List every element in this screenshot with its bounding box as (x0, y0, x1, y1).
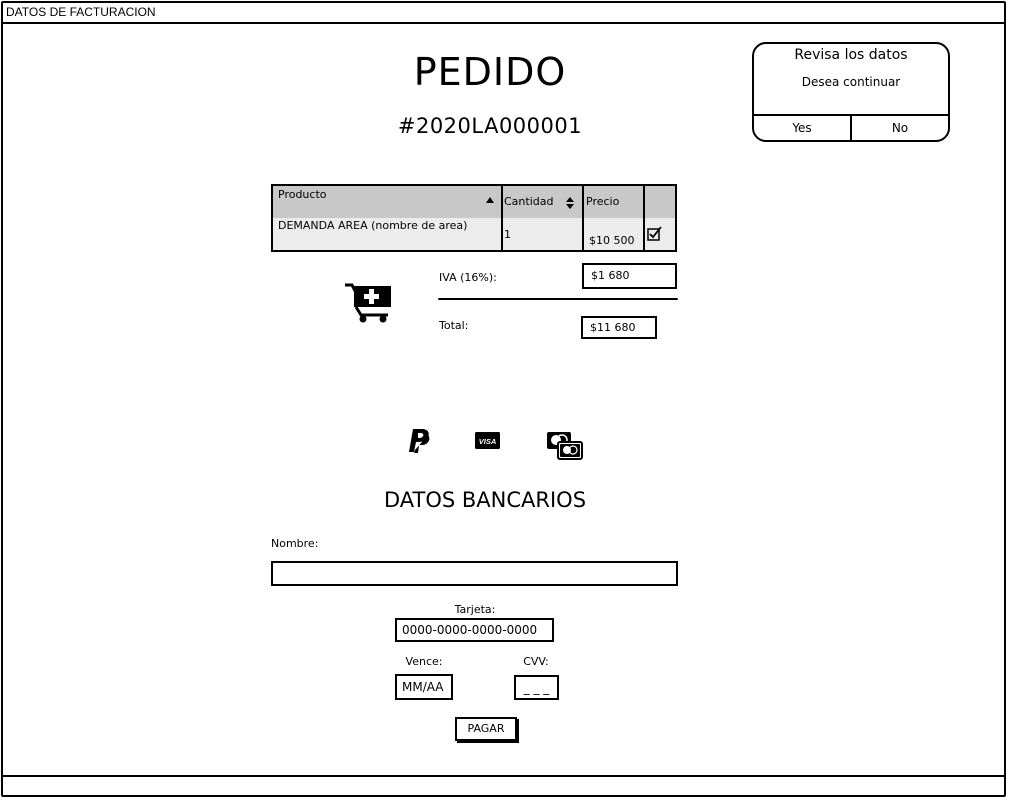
expiry-input[interactable]: MM/AA (395, 674, 453, 700)
iva-label: IVA (16%): (439, 271, 497, 284)
row-checkbox[interactable] (647, 226, 663, 246)
column-header-producto[interactable]: Producto (278, 188, 327, 201)
status-bar-divider (1, 775, 1006, 777)
section-title: DATOS BANCARIOS (383, 488, 587, 512)
iva-value: $1 680 (582, 263, 677, 289)
cell-precio: $10 500 (589, 234, 635, 247)
mastercard-icon[interactable] (546, 431, 583, 464)
page-title: PEDIDO (413, 50, 567, 94)
dialog-title: Revisa los datos (794, 47, 908, 63)
dialog-yes-button[interactable]: Yes (754, 117, 850, 139)
svg-text:VISA: VISA (479, 437, 497, 446)
window-title: DATOS DE FACTURACION (6, 5, 156, 19)
cell-producto: DEMANDA AREA (nombre de area) (278, 219, 468, 232)
name-label: Nombre: (271, 537, 319, 550)
sort-icon[interactable] (565, 195, 575, 214)
expiry-label: Vence: (405, 655, 443, 668)
sort-ascending-icon[interactable] (486, 197, 494, 203)
card-label: Tarjeta: (454, 603, 496, 616)
name-input[interactable] (271, 561, 678, 586)
column-header-cantidad[interactable]: Cantidad (504, 195, 553, 208)
paypal-icon[interactable] (408, 428, 432, 458)
column-header-precio[interactable]: Precio (586, 195, 619, 208)
column-divider (501, 186, 503, 250)
dialog-message: Desea continuar (801, 75, 901, 89)
column-divider (582, 186, 584, 250)
dialog-no-button[interactable]: No (852, 117, 948, 139)
column-divider (643, 186, 645, 250)
cell-cantidad: 1 (504, 228, 511, 241)
card-number-input[interactable]: 0000-0000-0000-0000 (395, 618, 554, 642)
add-to-cart-icon[interactable] (343, 282, 393, 328)
total-label: Total: (439, 319, 469, 332)
summary-divider (438, 298, 678, 300)
cvv-input[interactable]: _ _ _ (514, 675, 559, 700)
cvv-label: CVV: (523, 655, 549, 668)
visa-icon[interactable]: VISA (475, 432, 500, 453)
order-number: #2020LA000001 (397, 114, 583, 138)
pay-button[interactable]: PAGAR (455, 717, 517, 741)
total-value: $11 680 (581, 316, 657, 339)
